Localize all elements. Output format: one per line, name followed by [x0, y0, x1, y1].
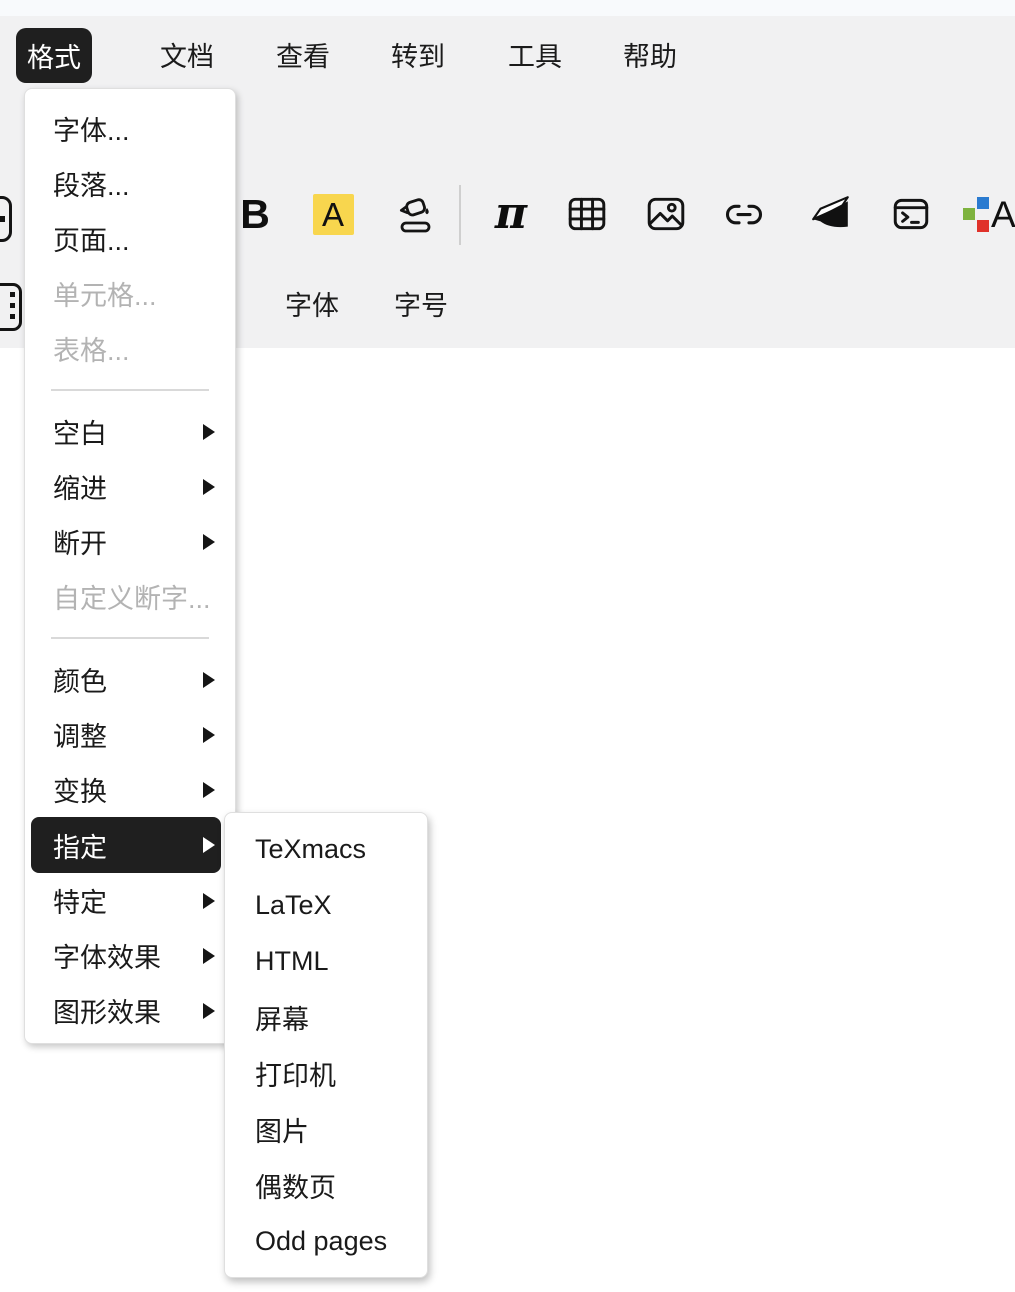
menu-item-cell-disabled: 单元格...	[25, 266, 235, 321]
ai-label: AI	[991, 194, 1015, 236]
menu-item-graphic-effects[interactable]: 图形效果	[25, 983, 235, 1038]
submenu-item-odd-pages[interactable]: Odd pages	[225, 1213, 427, 1269]
menu-item-label: 断开	[53, 522, 107, 561]
menu-item-specific[interactable]: 特定	[25, 873, 235, 928]
menu-separator	[51, 637, 209, 639]
specify-submenu-panel: TeXmacs LaTeX HTML 屏幕 打印机 图片 偶数页 Odd pag…	[224, 812, 428, 1278]
menu-item-page[interactable]: 页面...	[25, 211, 235, 266]
fold-icon	[810, 193, 852, 235]
menu-separator	[51, 389, 209, 391]
submenu-arrow-icon	[203, 727, 215, 743]
submenu-item-texmacs[interactable]: TeXmacs	[225, 821, 427, 877]
menu-item-custom-hyphenation-disabled: 自定义断字...	[25, 569, 235, 624]
menu-item-label: 颜色	[53, 660, 107, 699]
menu-item-label: 变换	[53, 770, 107, 809]
menubar-item-format-active[interactable]: 格式	[16, 28, 92, 83]
menu-item-label: 空白	[53, 412, 107, 451]
clipped-toolbar-icon[interactable]	[0, 196, 12, 242]
ink-bottle-icon	[394, 192, 438, 236]
submenu-arrow-icon	[203, 782, 215, 798]
menubar-item-document[interactable]: 文档	[160, 42, 214, 73]
menu-item-font[interactable]: 字体...	[25, 101, 235, 156]
submenu-arrow-icon	[203, 424, 215, 440]
menu-item-label: 特定	[53, 881, 107, 920]
menu-item-label: 调整	[53, 715, 107, 754]
app-window: 格式 文档 查看 转到 工具 帮助 B A π	[0, 0, 1015, 1292]
submenu-item-image[interactable]: 图片	[225, 1101, 427, 1157]
submenu-arrow-icon	[203, 837, 215, 853]
menu-item-font-effects[interactable]: 字体效果	[25, 928, 235, 983]
highlight-color-icon: A	[313, 194, 354, 235]
menu-item-indentation[interactable]: 缩进	[25, 459, 235, 514]
submenu-arrow-icon	[203, 534, 215, 550]
menu-item-paragraph[interactable]: 段落...	[25, 156, 235, 211]
submenu-arrow-icon	[203, 672, 215, 688]
fill-color-button[interactable]	[392, 190, 440, 238]
ai-red-square-icon	[977, 220, 989, 232]
image-icon	[645, 193, 687, 235]
insert-math-button[interactable]: π	[487, 190, 535, 238]
submenu-arrow-icon	[203, 1003, 215, 1019]
menubar-item-goto[interactable]: 转到	[391, 42, 445, 73]
menubar-item-view[interactable]: 查看	[276, 42, 330, 73]
menu-item-color[interactable]: 颜色	[25, 652, 235, 707]
ai-blue-square-icon	[977, 197, 989, 209]
insert-link-button[interactable]	[720, 190, 768, 238]
menu-item-label: 指定	[53, 826, 107, 865]
menu-item-label: 图形效果	[53, 991, 161, 1030]
ai-green-square-icon	[963, 208, 975, 220]
terminal-button[interactable]	[887, 190, 935, 238]
dotted-edge	[10, 292, 15, 319]
submenu-item-latex[interactable]: LaTeX	[225, 877, 427, 933]
font-family-button[interactable]: 字体	[285, 289, 339, 323]
fold-button[interactable]	[807, 190, 855, 238]
submenu-arrow-icon	[203, 948, 215, 964]
toolbar-separator	[459, 185, 461, 245]
bold-button[interactable]: B	[231, 190, 279, 238]
link-icon	[722, 192, 766, 236]
submenu-item-html[interactable]: HTML	[225, 933, 427, 989]
menubar-item-help[interactable]: 帮助	[623, 42, 677, 73]
insert-table-button[interactable]	[563, 190, 611, 238]
submenu-item-even-pages[interactable]: 偶数页	[225, 1157, 427, 1213]
menu-item-table-disabled: 表格...	[25, 321, 235, 376]
terminal-icon	[890, 193, 932, 235]
submenu-item-screen[interactable]: 屏幕	[225, 989, 427, 1045]
menu-item-label: 缩进	[53, 467, 107, 506]
submenu-arrow-icon	[203, 893, 215, 909]
menu-item-adjust[interactable]: 调整	[25, 707, 235, 762]
ai-assistant-button[interactable]: AI	[963, 192, 1015, 238]
menu-item-whitespace[interactable]: 空白	[25, 404, 235, 459]
font-size-button[interactable]: 字号	[394, 289, 448, 323]
submenu-arrow-icon	[203, 479, 215, 495]
bold-icon: B	[240, 194, 270, 235]
menu-item-specify-highlighted[interactable]: 指定	[31, 817, 221, 873]
pi-icon: π	[495, 192, 527, 236]
clipped-list-icon[interactable]	[0, 283, 22, 331]
menu-item-label: 字体效果	[53, 936, 161, 975]
menu-item-transform[interactable]: 变换	[25, 762, 235, 817]
format-menu-panel: 字体... 段落... 页面... 单元格... 表格... 空白 缩进 断开 …	[24, 88, 236, 1044]
menubar-item-tools[interactable]: 工具	[508, 42, 562, 73]
submenu-item-printer[interactable]: 打印机	[225, 1045, 427, 1101]
highlight-color-button[interactable]: A	[309, 190, 357, 238]
window-top-strip	[0, 0, 1015, 16]
table-icon	[566, 193, 608, 235]
insert-image-button[interactable]	[642, 190, 690, 238]
menu-item-break[interactable]: 断开	[25, 514, 235, 569]
